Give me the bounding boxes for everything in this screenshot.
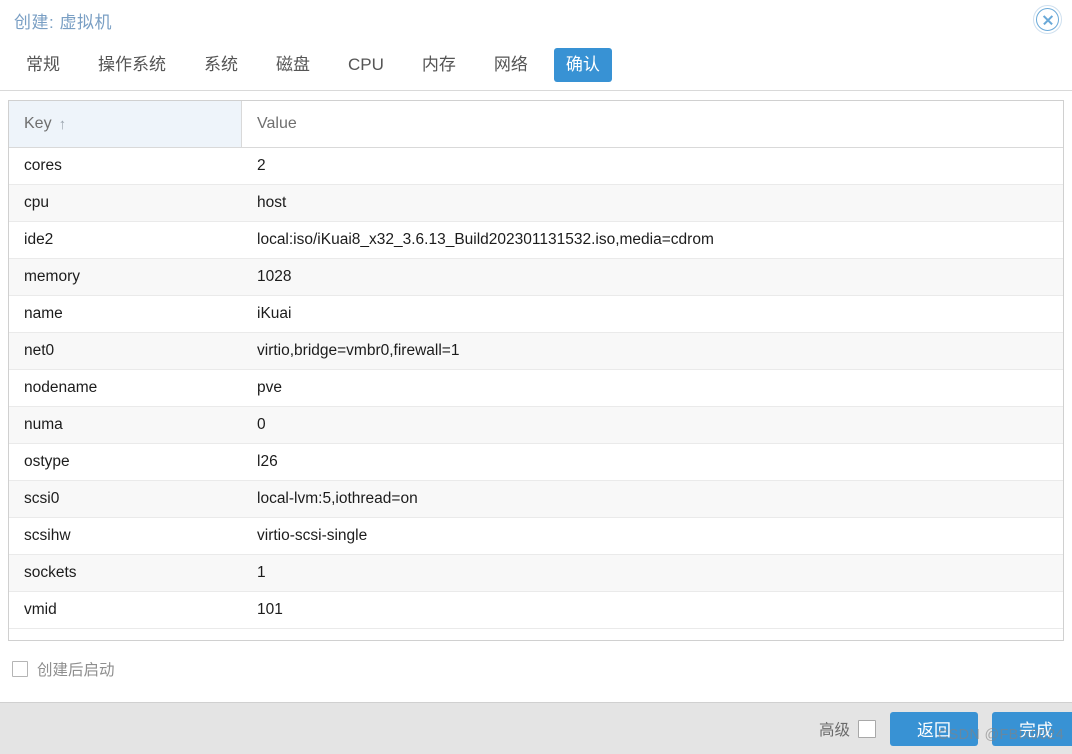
table-row[interactable]: cpuhost bbox=[9, 185, 1063, 222]
table-filler bbox=[9, 629, 1063, 640]
table-row[interactable]: scsi0local-lvm:5,iothread=on bbox=[9, 481, 1063, 518]
sort-ascending-icon: ↑ bbox=[59, 117, 67, 132]
table-cell-key: nodename bbox=[9, 370, 242, 406]
summary-table: Key ↑ Value cores2cpuhostide2local:iso/i… bbox=[8, 100, 1064, 641]
tab-1[interactable]: 操作系统 bbox=[86, 48, 178, 82]
dialog-footer: 高级 返回 完成 CSDN @FBIx0024 bbox=[0, 702, 1072, 754]
table-cell-value: iKuai bbox=[242, 296, 1063, 332]
dialog-title: 创建: 虚拟机 bbox=[14, 8, 112, 33]
table-row[interactable]: numa0 bbox=[9, 407, 1063, 444]
tab-active-7[interactable]: 确认 bbox=[554, 48, 612, 82]
table-row[interactable]: ide2local:iso/iKuai8_x32_3.6.13_Build202… bbox=[9, 222, 1063, 259]
table-cell-key: cpu bbox=[9, 185, 242, 221]
table-cell-key: numa bbox=[9, 407, 242, 443]
table-cell-key: cores bbox=[9, 148, 242, 184]
table-row[interactable]: scsihwvirtio-scsi-single bbox=[9, 518, 1063, 555]
start-after-created-label: 创建后启动 bbox=[37, 658, 115, 680]
table-cell-key: ide2 bbox=[9, 222, 242, 258]
tab-5[interactable]: 内存 bbox=[410, 48, 468, 82]
content-spacer bbox=[0, 680, 1072, 702]
close-icon-glyph bbox=[1036, 8, 1059, 31]
column-header-key-label: Key bbox=[24, 115, 52, 133]
table-cell-key: ostype bbox=[9, 444, 242, 480]
table-cell-key: net0 bbox=[9, 333, 242, 369]
table-cell-key: vmid bbox=[9, 592, 242, 628]
table-body: cores2cpuhostide2local:iso/iKuai8_x32_3.… bbox=[9, 148, 1063, 629]
table-cell-value: 0 bbox=[242, 407, 1063, 443]
advanced-checkbox[interactable] bbox=[858, 720, 876, 738]
table-row[interactable]: cores2 bbox=[9, 148, 1063, 185]
dialog-titlebar: 创建: 虚拟机 bbox=[0, 0, 1072, 40]
table-cell-value: 1028 bbox=[242, 259, 1063, 295]
table-cell-value: l26 bbox=[242, 444, 1063, 480]
close-icon[interactable] bbox=[1033, 5, 1062, 34]
column-header-value-label: Value bbox=[257, 115, 297, 133]
table-cell-key: name bbox=[9, 296, 242, 332]
table-header-row: Key ↑ Value bbox=[9, 101, 1063, 148]
advanced-group[interactable]: 高级 bbox=[819, 718, 876, 740]
column-header-value[interactable]: Value bbox=[242, 101, 1063, 147]
advanced-label: 高级 bbox=[819, 718, 850, 740]
table-cell-key: memory bbox=[9, 259, 242, 295]
table-row[interactable]: sockets1 bbox=[9, 555, 1063, 592]
wizard-tabbar: 常规操作系统系统磁盘 CPU 内存网络确认 bbox=[0, 40, 1072, 91]
tab-3[interactable]: 磁盘 bbox=[264, 48, 322, 82]
tab-2[interactable]: 系统 bbox=[192, 48, 250, 82]
table-cell-value: virtio-scsi-single bbox=[242, 518, 1063, 554]
table-cell-value: pve bbox=[242, 370, 1063, 406]
start-after-created-checkbox[interactable] bbox=[12, 661, 28, 677]
table-cell-value: 101 bbox=[242, 592, 1063, 628]
table-cell-value: 2 bbox=[242, 148, 1063, 184]
table-row[interactable]: vmid101 bbox=[9, 592, 1063, 629]
table-cell-value: 1 bbox=[242, 555, 1063, 591]
start-after-created-row[interactable]: 创建后启动 bbox=[12, 658, 1072, 680]
column-header-key[interactable]: Key ↑ bbox=[9, 101, 242, 147]
table-row[interactable]: nodenamepve bbox=[9, 370, 1063, 407]
table-row[interactable]: ostypel26 bbox=[9, 444, 1063, 481]
table-cell-value: local:iso/iKuai8_x32_3.6.13_Build2023011… bbox=[242, 222, 1063, 258]
table-row[interactable]: net0virtio,bridge=vmbr0,firewall=1 bbox=[9, 333, 1063, 370]
table-row[interactable]: nameiKuai bbox=[9, 296, 1063, 333]
table-cell-key: scsi0 bbox=[9, 481, 242, 517]
table-cell-value: local-lvm:5,iothread=on bbox=[242, 481, 1063, 517]
back-button[interactable]: 返回 bbox=[890, 712, 978, 746]
table-cell-key: scsihw bbox=[9, 518, 242, 554]
table-cell-value: virtio,bridge=vmbr0,firewall=1 bbox=[242, 333, 1063, 369]
finish-button[interactable]: 完成 bbox=[992, 712, 1072, 746]
tab-4[interactable]: CPU bbox=[336, 48, 396, 82]
table-cell-key: sockets bbox=[9, 555, 242, 591]
tab-0[interactable]: 常规 bbox=[14, 48, 72, 82]
create-vm-dialog: 创建: 虚拟机 常规操作系统系统磁盘 CPU 内存网络确认 Key ↑ Value … bbox=[0, 0, 1072, 754]
table-cell-value: host bbox=[242, 185, 1063, 221]
table-row[interactable]: memory1028 bbox=[9, 259, 1063, 296]
tab-6[interactable]: 网络 bbox=[482, 48, 540, 82]
